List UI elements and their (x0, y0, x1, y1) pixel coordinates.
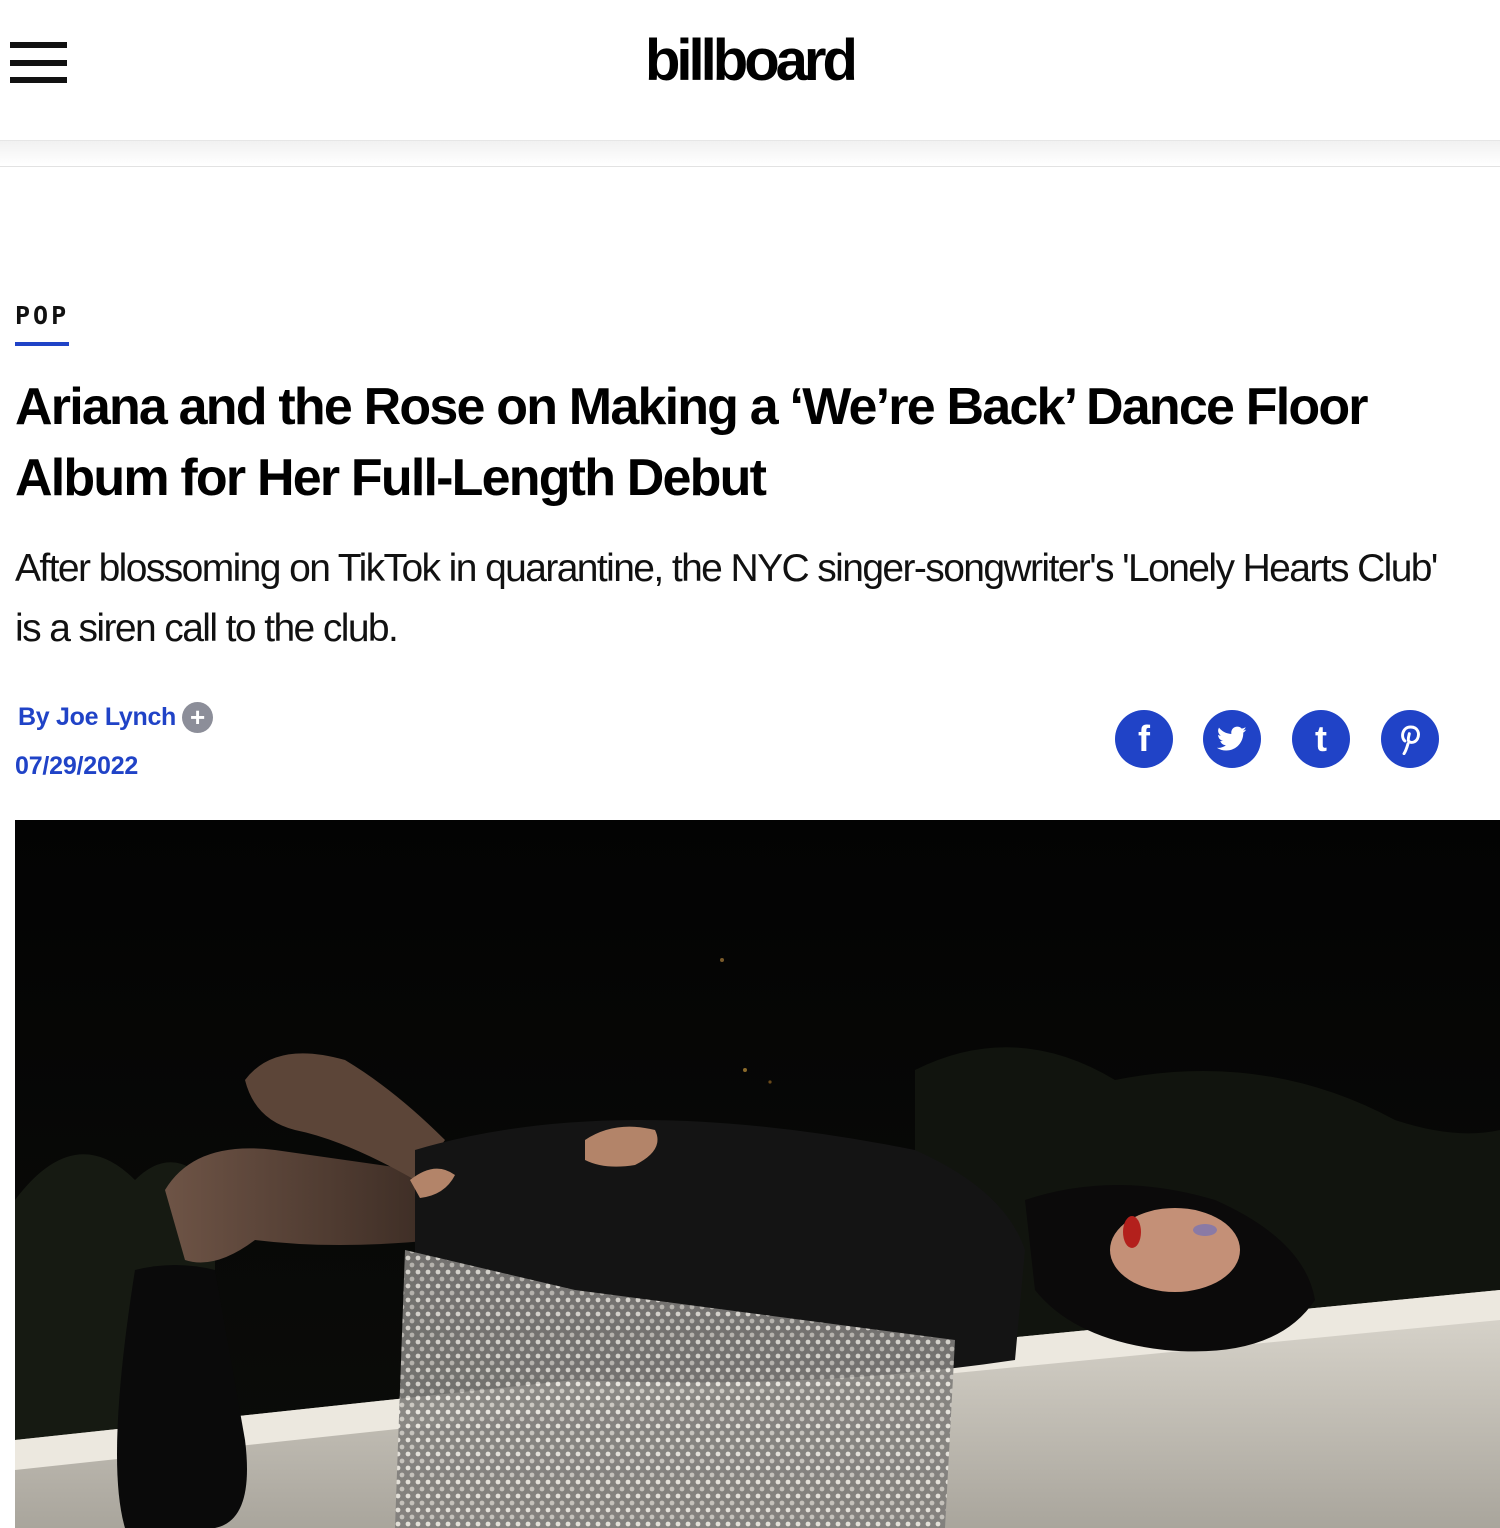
header-divider (0, 141, 1500, 167)
billboard-logo[interactable]: billboard (645, 28, 858, 94)
site-header: billboard (0, 0, 1500, 141)
article-headline: Ariana and the Rose on Making a ‘We’re B… (15, 378, 1369, 507)
publish-date: 07/29/2022 (15, 752, 139, 780)
byline: By Joe Lynch + (18, 700, 214, 734)
tumblr-share-button[interactable]: t (1292, 710, 1350, 768)
facebook-icon: f (1138, 718, 1150, 759)
tumblr-icon: t (1315, 718, 1327, 759)
menu-bar (10, 60, 67, 66)
hamburger-menu-icon[interactable] (10, 40, 68, 86)
twitter-icon (1217, 726, 1247, 751)
twitter-share-button[interactable] (1203, 710, 1261, 768)
category-tag[interactable]: POP (15, 300, 70, 346)
menu-bar (10, 42, 67, 48)
facebook-share-button[interactable]: f (1115, 710, 1173, 768)
follow-author-icon[interactable]: + (182, 701, 214, 733)
article-subheadline: After blossoming on TikTok in quarantine… (15, 547, 1438, 650)
hero-image (15, 820, 1500, 1528)
pinterest-icon (1401, 725, 1420, 755)
menu-bar (10, 77, 67, 83)
pinterest-share-button[interactable] (1381, 710, 1439, 768)
author-link[interactable]: By Joe Lynch (18, 700, 176, 734)
hero-photo-illustration (15, 820, 1500, 1528)
